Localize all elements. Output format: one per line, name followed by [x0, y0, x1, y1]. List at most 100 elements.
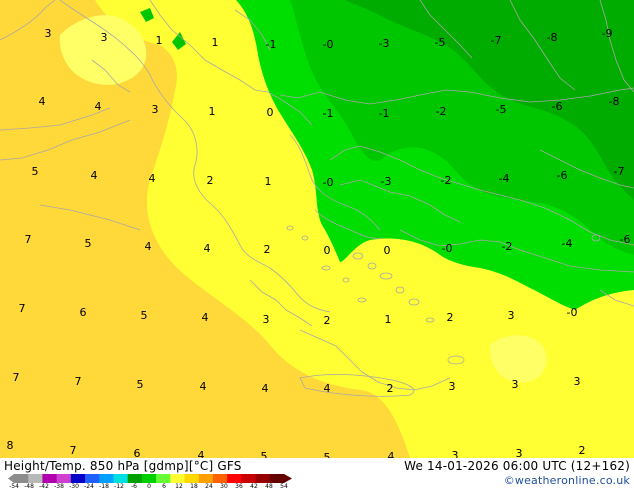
temp-value-label: 5	[324, 451, 331, 458]
temp-value-label: -8	[609, 95, 620, 108]
colorbar-tick-label: 54	[280, 483, 288, 490]
temp-value-label: 7	[75, 375, 82, 388]
colorbar-segment	[184, 474, 200, 483]
temp-value-label: 4	[149, 172, 156, 185]
temp-value-label: -5	[496, 103, 507, 116]
temp-value-label: 3	[101, 31, 108, 44]
temp-value-label: 4	[200, 380, 207, 393]
temp-value-label: -3	[381, 175, 392, 188]
temp-value-label: 2	[447, 311, 454, 324]
temp-value-label: 4	[91, 169, 98, 182]
temp-value-label: -6	[557, 169, 568, 182]
temp-value-label: 2	[387, 382, 394, 395]
footer-bar: Height/Temp. 850 hPa [gdmp][°C] GFS We 1…	[0, 458, 634, 490]
temp-value-label: 7	[13, 371, 20, 384]
temp-value-label: 1	[265, 175, 272, 188]
colorbar-segment	[255, 474, 271, 483]
temp-value-label: 3	[152, 103, 159, 116]
temp-value-label: -7	[614, 165, 625, 178]
temp-value-label: 5	[85, 237, 92, 250]
temp-value-label: -8	[547, 31, 558, 44]
temp-value-label: 5	[141, 309, 148, 322]
temp-value-label: 3	[512, 378, 519, 391]
colorbar-segment	[170, 474, 186, 483]
colorbar-tick-label: -48	[24, 483, 34, 490]
colorbar-segment	[156, 474, 171, 483]
temperature-map: 3 3 1 1 -1 -0 -3 -5 -7 -8 -9 4 4 3 1 0 -1 -1 -2 -5 -6 -8 5 4 4 2 1…	[0, 0, 634, 458]
temp-value-label: 5	[32, 165, 39, 178]
temp-value-label: 0	[384, 244, 391, 257]
colorbar-segment	[14, 474, 29, 483]
temp-value-label: 2	[207, 174, 214, 187]
colorbar-segment	[212, 474, 228, 483]
temp-value-label: -0	[567, 306, 578, 319]
colorbar-segment	[70, 474, 86, 483]
colorbar-arrow-right	[284, 474, 292, 483]
colorbar-segment	[85, 474, 100, 483]
temp-value-label: -0	[323, 176, 334, 189]
temp-value-label: 4	[262, 382, 269, 395]
temp-value-label: 7	[19, 302, 26, 315]
temp-value-label: 4	[198, 449, 205, 458]
temp-value-label: 5	[137, 378, 144, 391]
colorbar	[8, 474, 292, 483]
colorbar-tick-label: -6	[131, 483, 137, 490]
colorbar-tick-label: -30	[69, 483, 79, 490]
temp-value-label: -1	[266, 38, 277, 51]
temp-value-label: -3	[379, 37, 390, 50]
colorbar-segment	[99, 474, 114, 483]
temp-value-label: 2	[324, 314, 331, 327]
temp-value-label: 5	[261, 450, 268, 458]
map-stage: 3 3 1 1 -1 -0 -3 -5 -7 -8 -9 4 4 3 1 0 -1 -1 -2 -5 -6 -8 5 4 4 2 1…	[0, 0, 634, 490]
temp-value-label: 8	[7, 439, 14, 452]
temp-value-label: 2	[579, 444, 586, 457]
temp-value-label: 3	[45, 27, 52, 40]
temp-value-label: 7	[25, 233, 32, 246]
map-title: Height/Temp. 850 hPa [gdmp][°C] GFS	[4, 459, 242, 473]
colorbar-tick-label: -12	[114, 483, 124, 490]
temp-value-label: -9	[602, 27, 613, 40]
colorbar-segment	[113, 474, 129, 483]
colorbar-tick-label: -24	[84, 483, 94, 490]
colorbar-segment	[241, 474, 257, 483]
colorbar-segment	[42, 474, 58, 483]
temp-value-label: 6	[134, 447, 141, 458]
temp-value-label: -1	[323, 107, 334, 120]
temp-value-label: 3	[452, 449, 459, 458]
temp-value-label: 1	[385, 313, 392, 326]
colorbar-tick-label: 42	[250, 483, 258, 490]
colorbar-tick-label: 6	[162, 483, 166, 490]
colorbar-ticks: -54 -48 -42 -38 -30 -24 -18 -12 -6 0 6 12 18 24 30 36 42…	[0, 484, 300, 490]
temp-value-label: -4	[499, 172, 510, 185]
temp-value-label: -4	[562, 237, 573, 250]
colorbar-segment	[227, 474, 242, 483]
temp-value-label: -2	[502, 240, 513, 253]
temp-value-label: 4	[202, 311, 209, 324]
temp-value-label: 4	[204, 242, 211, 255]
temp-value-label: 0	[324, 244, 331, 257]
colorbar-segment	[269, 474, 285, 483]
temp-value-label: 6	[80, 306, 87, 319]
temp-value-label: -6	[552, 100, 563, 113]
temp-value-label: 1	[212, 36, 219, 49]
colorbar-tick-label: -54	[9, 483, 19, 490]
temp-value-label: -1	[379, 107, 390, 120]
credit-link[interactable]: ©weatheronline.co.uk	[504, 474, 630, 487]
temp-value-label: 1	[209, 105, 216, 118]
run-time: We 14-01-2026 06:00 UTC (12+162)	[404, 459, 630, 473]
colorbar-tick-label: 0	[147, 483, 151, 490]
temp-value-label: 4	[95, 100, 102, 113]
temp-value-label: 1	[156, 34, 163, 47]
colorbar-segment	[127, 474, 143, 483]
temp-value-label: 3	[508, 309, 515, 322]
colorbar-segment	[198, 474, 214, 483]
colorbar-tick-label: -42	[39, 483, 49, 490]
temp-value-label: 4	[324, 382, 331, 395]
temp-value-label: 4	[388, 450, 395, 458]
colorbar-tick-label: 30	[220, 483, 228, 490]
colorbar-segment	[56, 474, 72, 483]
temp-value-label: 2	[264, 243, 271, 256]
temp-value-label: -5	[435, 36, 446, 49]
temp-value-label: 3	[516, 447, 523, 458]
temp-value-label: -6	[620, 233, 631, 246]
